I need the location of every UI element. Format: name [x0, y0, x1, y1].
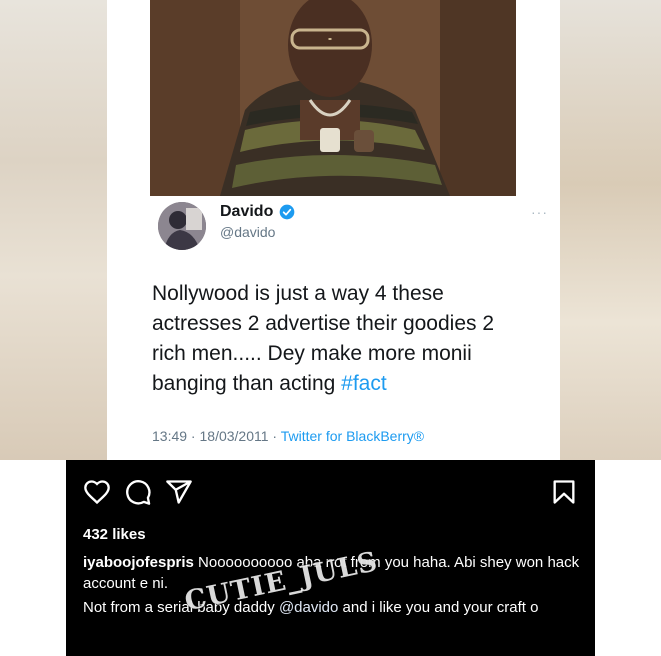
- background-left: [0, 0, 107, 460]
- tweet-time: 13:49: [152, 428, 188, 444]
- tweet-line: rich men..... Dey make more monii: [152, 342, 472, 365]
- background-right: [560, 0, 661, 460]
- background-right-bottom: [595, 460, 661, 656]
- avatar[interactable]: [158, 202, 206, 250]
- tweet-text: Nollywood is just a way 4 these actresse…: [152, 279, 552, 399]
- tweet-source[interactable]: Twitter for BlackBerry®: [281, 428, 424, 444]
- photo-illustration: [150, 0, 516, 196]
- meta-separator: ·: [187, 428, 200, 444]
- comment-text: and i like you and your craft o: [338, 599, 539, 616]
- heart-icon[interactable]: [83, 478, 111, 506]
- handle[interactable]: @davido: [220, 224, 275, 240]
- hashtag-link[interactable]: #fact: [341, 372, 387, 395]
- tweet-line: actresses 2 advertise their goodies 2: [152, 312, 495, 335]
- avatar-image: [158, 202, 206, 250]
- background-left-bottom: [0, 460, 66, 656]
- profile-photo: [150, 0, 516, 196]
- tweet-meta: 13:49 · 18/03/2011 · Twitter for BlackBe…: [152, 428, 424, 444]
- comment-mention[interactable]: @davido: [279, 599, 338, 616]
- caption-username[interactable]: iyaboojofespris: [83, 554, 194, 571]
- tweet-line-text: banging than acting: [152, 372, 342, 395]
- tweet-line: Nollywood is just a way 4 these: [152, 282, 444, 305]
- action-bar: [66, 460, 595, 520]
- comment: Not from a serial baby daddy @davido and…: [83, 597, 583, 618]
- tweet-header: Davido @davido ···: [148, 196, 560, 256]
- tweet-date: 18/03/2011: [199, 428, 269, 444]
- meta-separator: ·: [268, 428, 281, 444]
- display-name[interactable]: Davido: [220, 203, 273, 221]
- share-icon[interactable]: [165, 478, 193, 506]
- more-options-icon[interactable]: ···: [531, 204, 548, 220]
- tweet-line: banging than acting #fact: [152, 369, 552, 399]
- bookmark-icon[interactable]: [550, 478, 578, 506]
- verified-badge-icon: [279, 204, 295, 220]
- likes-count[interactable]: 432 likes: [83, 526, 146, 543]
- comment-icon[interactable]: [124, 478, 152, 506]
